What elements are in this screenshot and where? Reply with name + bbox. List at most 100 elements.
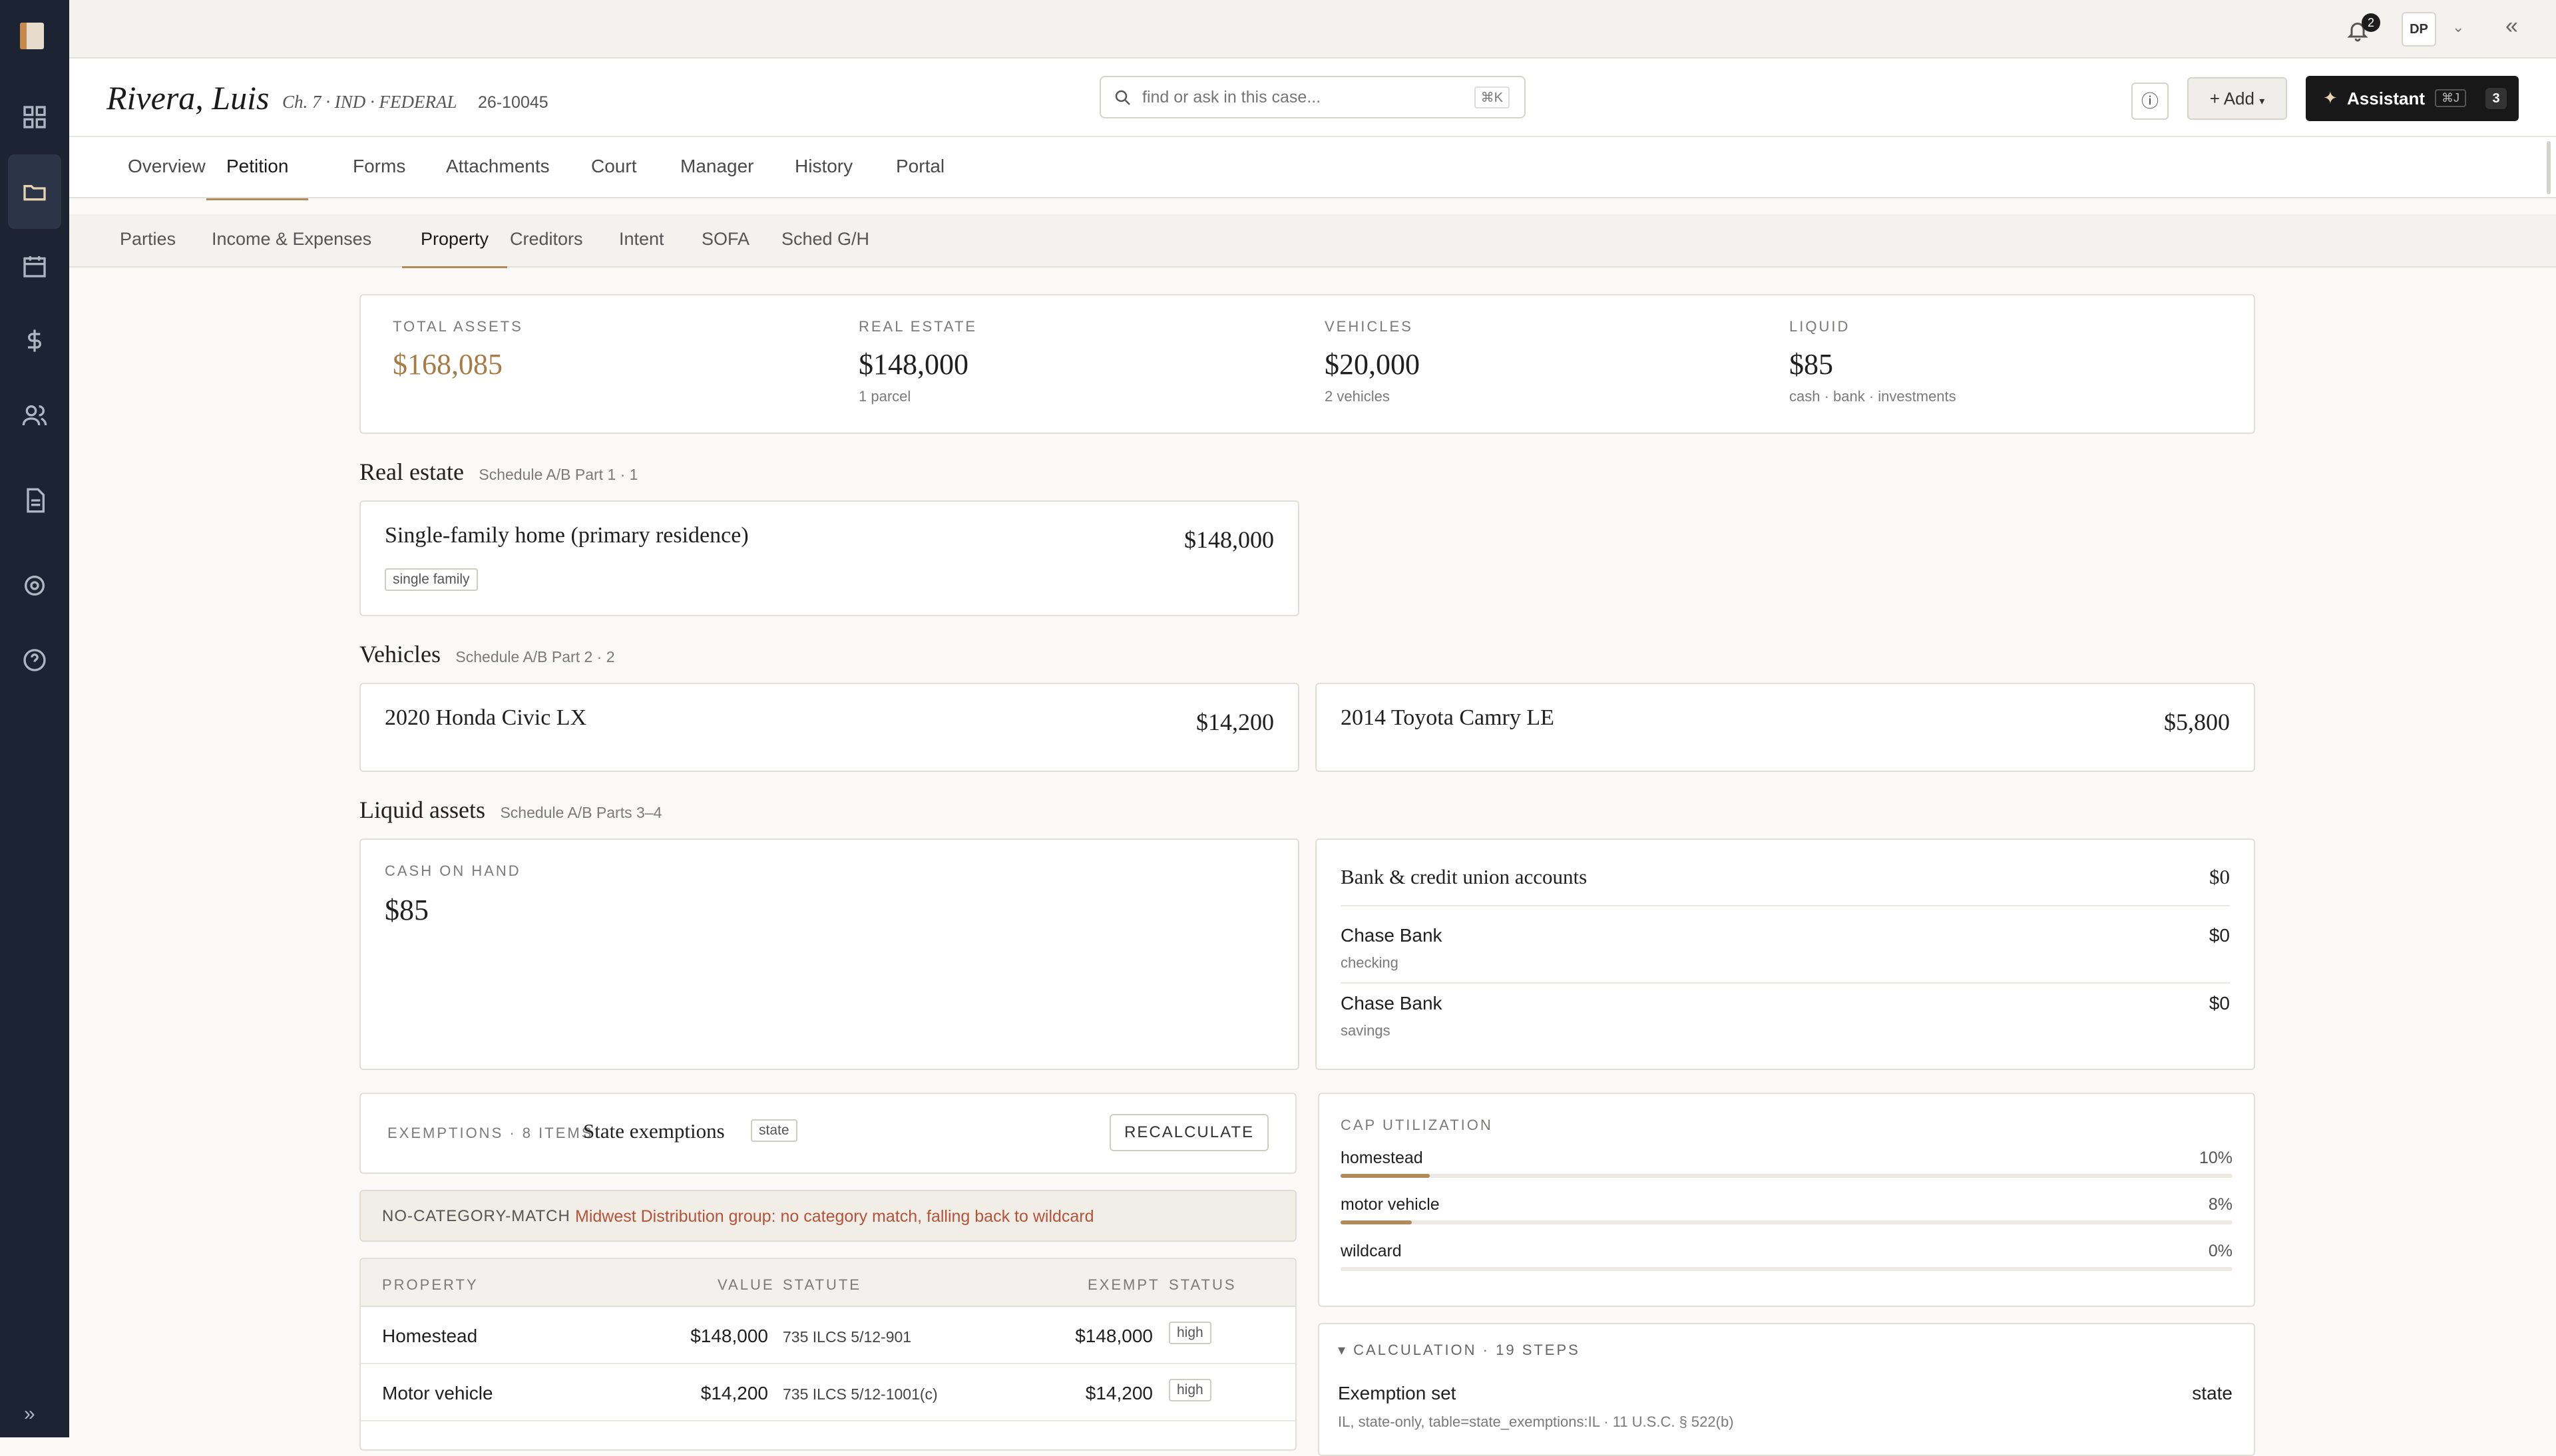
user-menu-chevron-icon[interactable]: ⌄ <box>2452 19 2464 36</box>
row-status-badge: high <box>1169 1379 1211 1401</box>
row-exempt: $14,200 <box>1085 1383 1153 1403</box>
calc-step-detail: IL, state-only, table=state_exemptions:I… <box>1338 1413 1734 1430</box>
warning-text: Midwest Distribution group: no category … <box>575 1207 1094 1226</box>
assistant-shortcut: ⌘J <box>2435 89 2466 107</box>
row-value: $14,200 <box>700 1383 768 1403</box>
table-row[interactable]: Homestead $148,000 735 ILCS 5/12-901 $14… <box>361 1308 1295 1364</box>
cap-progress-fill <box>1341 1174 1430 1178</box>
table-row[interactable]: Motor vehicle $14,200 735 ILCS 5/12-1001… <box>361 1365 1295 1421</box>
cap-item-pct: 0% <box>2208 1242 2233 1260</box>
subtab-creditors[interactable]: Creditors <box>510 214 583 266</box>
subtab-sched-gh[interactable]: Sched G/H <box>781 214 869 266</box>
cases-folder-icon[interactable] <box>8 154 61 229</box>
section-title: Liquid assets <box>359 797 485 823</box>
row-property: Motor vehicle <box>382 1383 493 1403</box>
tab-forms[interactable]: Forms <box>353 137 405 198</box>
assets-summary-card: TOTAL ASSETS $168,085 REAL ESTATE $148,0… <box>359 294 2255 434</box>
calculation-card: ▾ CALCULATION · 19 STEPS Exemption set s… <box>1318 1323 2255 1456</box>
tab-portal[interactable]: Portal <box>896 137 945 198</box>
calc-step-title: Exemption set <box>1338 1383 1456 1403</box>
recalculate-button[interactable]: RECALCULATE <box>1110 1114 1269 1151</box>
tab-manager[interactable]: Manager <box>680 137 754 198</box>
case-header: Rivera, Luis Ch. 7 · IND · FEDERAL 26-10… <box>69 59 2556 137</box>
calculation-toggle[interactable]: ▾ CALCULATION · 19 STEPS <box>1338 1342 1580 1359</box>
summary-label: LIQUID <box>1789 318 1850 335</box>
scrollbar-thumb[interactable] <box>2547 141 2551 194</box>
left-rail: » <box>0 0 69 1437</box>
cap-utilization-card: CAP UTILIZATION homestead 10% motor vehi… <box>1318 1093 2255 1307</box>
bank-accounts-card: Bank & credit union accounts $0 Chase Ba… <box>1315 838 2255 1070</box>
vehicle-value: $14,200 <box>1196 709 1274 735</box>
bank-account-name: Chase Bank <box>1341 925 1442 946</box>
exemptions-table: PROPERTY VALUE STATUTE EXEMPT STATUS Hom… <box>359 1258 1297 1451</box>
subtab-sofa[interactable]: SOFA <box>702 214 749 266</box>
summary-value: $168,085 <box>393 348 503 381</box>
summary-total-assets: TOTAL ASSETS $168,085 <box>393 318 523 381</box>
tab-history[interactable]: History <box>795 137 853 198</box>
summary-liquid: LIQUID $85 cash · bank · investments <box>1789 318 1956 405</box>
notifications-bell-icon[interactable]: 2 <box>2346 13 2380 44</box>
column-header: EXEMPT <box>1088 1276 1160 1293</box>
assistant-button[interactable]: ✦ Assistant ⌘J 3 <box>2306 76 2519 121</box>
expand-rail-icon[interactable]: » <box>24 1403 35 1425</box>
app-logo[interactable] <box>20 23 44 49</box>
case-search-box[interactable]: ⌘K <box>1100 76 1526 118</box>
section-sub: Schedule A/B Parts 3–4 <box>500 804 662 821</box>
warning-code: NO-CATEGORY-MATCH <box>382 1207 570 1225</box>
summary-label: REAL ESTATE <box>859 318 978 335</box>
vehicle-card[interactable]: 2014 Toyota Camry LE $5,800 <box>1315 683 2255 772</box>
collapse-panel-icon[interactable]: « <box>2505 13 2518 39</box>
property-name: Single-family home (primary residence) <box>385 523 749 548</box>
vehicle-card[interactable]: 2020 Honda Civic LX $14,200 <box>359 683 1299 772</box>
cash-label: CASH ON HAND <box>385 862 521 879</box>
real-estate-card[interactable]: Single-family home (primary residence) $… <box>359 500 1299 616</box>
caret-icon: ▾ <box>2259 96 2265 107</box>
column-header: STATUTE <box>783 1276 861 1293</box>
row-statute: 735 ILCS 5/12-901 <box>783 1328 912 1346</box>
help-button[interactable]: ⓘ <box>2131 83 2169 120</box>
cap-progress-bar <box>1341 1220 2233 1224</box>
section-sub: Schedule A/B Part 1 · 1 <box>479 466 638 483</box>
settings-gear-icon[interactable] <box>15 566 55 606</box>
row-value: $148,000 <box>690 1326 768 1346</box>
bank-accounts-title: Bank & credit union accounts <box>1341 865 1588 888</box>
help-icon[interactable] <box>15 640 55 680</box>
exemptions-count-label: EXEMPTIONS · 8 ITEMS <box>387 1125 594 1141</box>
liquid-assets-section-title: Liquid assets Schedule A/B Parts 3–4 <box>359 796 662 824</box>
bank-account-name: Chase Bank <box>1341 993 1442 1013</box>
summary-value: $148,000 <box>859 348 968 381</box>
vehicles-section-title: Vehicles Schedule A/B Part 2 · 2 <box>359 640 615 668</box>
user-avatar[interactable]: DP <box>2402 12 2436 47</box>
bank-accounts-total: $0 <box>2209 865 2230 888</box>
notification-count-badge: 2 <box>2362 13 2380 32</box>
subtab-parties[interactable]: Parties <box>120 214 176 266</box>
bank-account-type: savings <box>1341 1022 1390 1039</box>
search-input[interactable] <box>1141 83 1460 112</box>
column-header: STATUS <box>1169 1276 1237 1293</box>
real-estate-section-title: Real estate Schedule A/B Part 1 · 1 <box>359 458 638 486</box>
summary-sub: 1 parcel <box>859 388 911 405</box>
property-value: $148,000 <box>1184 526 1274 553</box>
subtab-property[interactable]: Property <box>402 214 508 268</box>
subtab-intent[interactable]: Intent <box>619 214 664 266</box>
cap-progress-bar <box>1341 1174 2233 1178</box>
calendar-icon[interactable] <box>15 246 55 286</box>
top-bar: 2 DP ⌄ « <box>69 0 2556 59</box>
cap-progress-bar <box>1341 1267 2233 1271</box>
documents-icon[interactable] <box>15 480 55 520</box>
tab-petition[interactable]: Petition <box>206 137 309 200</box>
contacts-people-icon[interactable] <box>15 395 55 435</box>
subtab-income-expenses[interactable]: Income & Expenses <box>212 214 371 266</box>
section-title: Vehicles <box>359 641 441 667</box>
row-status-badge: high <box>1169 1322 1211 1344</box>
tab-court[interactable]: Court <box>591 137 636 198</box>
tab-attachments[interactable]: Attachments <box>446 137 550 198</box>
vehicle-value: $5,800 <box>2164 709 2230 735</box>
dashboard-icon[interactable] <box>15 97 55 137</box>
tab-overview[interactable]: Overview <box>128 137 206 198</box>
property-type-tag: single family <box>385 568 478 591</box>
calc-step-value: state <box>2192 1383 2233 1403</box>
case-number: 26-10045 <box>478 93 548 112</box>
add-button[interactable]: + Add ▾ <box>2187 77 2287 120</box>
billing-dollar-icon[interactable] <box>15 321 55 361</box>
